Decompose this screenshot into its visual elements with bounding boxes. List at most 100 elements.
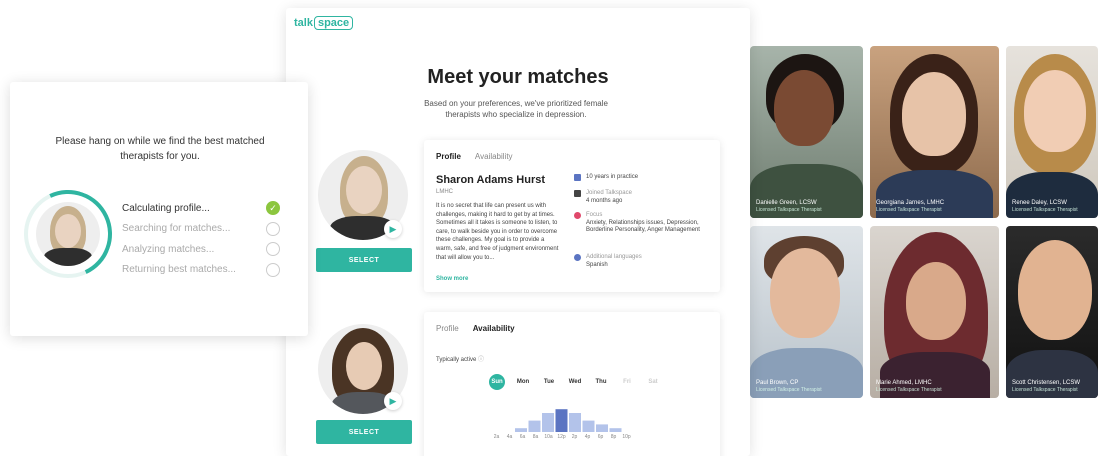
globe-icon — [574, 254, 581, 261]
activity-bar — [555, 409, 568, 432]
therapist-photo-3[interactable]: Renee Daley, LCSW Licensed Talkspace The… — [1006, 46, 1098, 218]
therapist-role: Licensed Talkspace Therapist — [756, 207, 822, 213]
page-title: Meet your matches — [427, 66, 609, 88]
therapist-credentials: LMHC — [436, 189, 454, 195]
day-fri[interactable]: Fri — [614, 374, 640, 390]
profile-tabs: Profile Availability — [436, 152, 513, 161]
therapist-name: Paul Brown, CP — [756, 380, 799, 386]
day-thu[interactable]: Thu — [588, 374, 614, 390]
play-video-icon[interactable]: ▶ — [384, 392, 402, 410]
therapist-name: Danielle Green, LCSW — [756, 200, 817, 206]
therapist-name: Sharon Adams Hurst — [436, 174, 546, 186]
profile-tabs: Profile Availability — [436, 324, 515, 333]
show-more-link[interactable]: Show more — [436, 276, 468, 282]
day-tue[interactable]: Tue — [536, 374, 562, 390]
check-icon: ✓ — [266, 201, 280, 216]
tab-profile[interactable]: Profile — [436, 324, 459, 333]
tab-availability[interactable]: Availability — [475, 152, 513, 161]
hour-label: 6a — [519, 434, 526, 440]
therapist-name: Scott Christensen, LCSW — [1012, 380, 1081, 386]
pending-circle-icon — [266, 221, 280, 236]
calendar-icon — [574, 174, 581, 181]
step-label: Analyzing matches... — [122, 243, 215, 255]
activity-chart — [515, 409, 622, 432]
therapist-photo-5[interactable]: Marie Ahmed, LMHC Licensed Talkspace The… — [870, 226, 999, 398]
day-mon[interactable]: Mon — [510, 374, 536, 390]
activity-bar — [515, 428, 527, 432]
languages-info: Additional languages Spanish — [574, 254, 704, 269]
user-avatar — [36, 202, 100, 266]
page-subtitle: Based on your preferences, we've priorit… — [424, 99, 608, 119]
typically-active-label: Typically active ⓘ — [436, 354, 484, 363]
heart-icon — [574, 212, 581, 219]
hour-label: 2a — [493, 434, 500, 440]
therapist-role: Licensed Talkspace Therapist — [756, 387, 822, 393]
therapist-photo-1[interactable]: Danielle Green, LCSW Licensed Talkspace … — [750, 46, 863, 218]
day-sat[interactable]: Sat — [640, 374, 666, 390]
progress-steps: Calculating profile... ✓ Searching for m… — [122, 198, 280, 280]
talkspace-logo[interactable]: talk space — [294, 16, 354, 30]
therapist-photo-4[interactable]: Paul Brown, CP Licensed Talkspace Therap… — [750, 226, 863, 398]
experience-value: 10 years in practice — [586, 174, 639, 180]
therapist-photo-6[interactable]: Scott Christensen, LCSW Licensed Talkspa… — [1006, 226, 1098, 398]
therapist-name: Georgiana Jarnes, LMHC — [876, 200, 945, 206]
select-button[interactable]: SELECT — [316, 420, 412, 444]
activity-bar — [569, 413, 581, 432]
languages-value: Spanish — [586, 261, 608, 268]
therapist-name: Renee Daley, LCSW — [1012, 200, 1067, 206]
activity-bar — [542, 413, 554, 432]
joined-value: 4 months ago — [586, 197, 623, 204]
day-wed[interactable]: Wed — [562, 374, 588, 390]
therapist-photo-2[interactable]: Georgiana Jarnes, LMHC Licensed Talkspac… — [870, 46, 999, 218]
focus-info: Focus Anxiety, Relationships issues, Dep… — [574, 212, 704, 235]
therapist-role: Licensed Talkspace Therapist — [1012, 387, 1078, 393]
joined-info: Joined Talkspace 4 months ago — [574, 190, 704, 205]
loading-card: Please hang on while we find the best ma… — [10, 82, 308, 336]
focus-label: Focus — [586, 212, 603, 218]
step-label: Searching for matches... — [122, 223, 231, 235]
step-label: Calculating profile... — [122, 202, 210, 214]
logo-boxed: space — [313, 16, 354, 30]
typically-active-text: Typically active — [436, 357, 477, 363]
day-selector: Sun Mon Tue Wed Thu Fri Sat — [484, 374, 666, 390]
hour-label: 6p — [597, 434, 604, 440]
hour-label: 4a — [506, 434, 513, 440]
hour-label: 8p — [610, 434, 617, 440]
stage: Danielle Green, LCSW Licensed Talkspace … — [0, 0, 1098, 456]
step-item: Calculating profile... ✓ — [122, 198, 280, 219]
hour-label: 10p — [622, 434, 631, 440]
loading-message: Please hang on while we find the best ma… — [55, 136, 265, 162]
experience-info: 10 years in practice — [574, 174, 704, 182]
step-item: Returning best matches... — [122, 260, 280, 281]
activity-bar — [609, 428, 622, 432]
activity-bar — [582, 420, 595, 432]
briefcase-icon — [574, 190, 581, 197]
activity-bar — [528, 420, 541, 432]
tab-profile[interactable]: Profile — [436, 152, 461, 161]
availability-card: Profile Availability Typically active ⓘ … — [424, 312, 720, 456]
day-sun[interactable]: Sun — [489, 374, 505, 390]
activity-bar — [596, 424, 608, 432]
hour-axis: 2a 4a 6a 8a 10a 12p 2p 4p 6p 8p 10p — [490, 434, 633, 440]
profile-card: Profile Availability Sharon Adams Hurst … — [424, 140, 720, 292]
therapist-role: Licensed Talkspace Therapist — [876, 387, 942, 393]
step-item: Searching for matches... — [122, 219, 280, 240]
hour-label: 4p — [584, 434, 591, 440]
select-button[interactable]: SELECT — [316, 248, 412, 272]
hour-label: 2p — [571, 434, 578, 440]
therapist-bio: It is no secret that life can present us… — [436, 203, 559, 261]
therapist-role: Licensed Talkspace Therapist — [1012, 207, 1078, 213]
languages-label: Additional languages — [586, 254, 642, 260]
tab-availability[interactable]: Availability — [473, 324, 515, 333]
pending-circle-icon — [266, 262, 280, 277]
hour-label: 10a — [544, 434, 553, 440]
hour-label: 12p — [557, 434, 566, 440]
therapist-role: Licensed Talkspace Therapist — [876, 207, 942, 213]
info-icon[interactable]: ⓘ — [478, 357, 484, 363]
logo-prefix: talk — [294, 17, 313, 29]
therapist-name: Marie Ahmed, LMHC — [876, 380, 932, 386]
hour-label: 8a — [532, 434, 539, 440]
step-item: Analyzing matches... — [122, 239, 280, 260]
play-video-icon[interactable]: ▶ — [384, 220, 402, 238]
joined-label: Joined Talkspace — [586, 190, 632, 196]
